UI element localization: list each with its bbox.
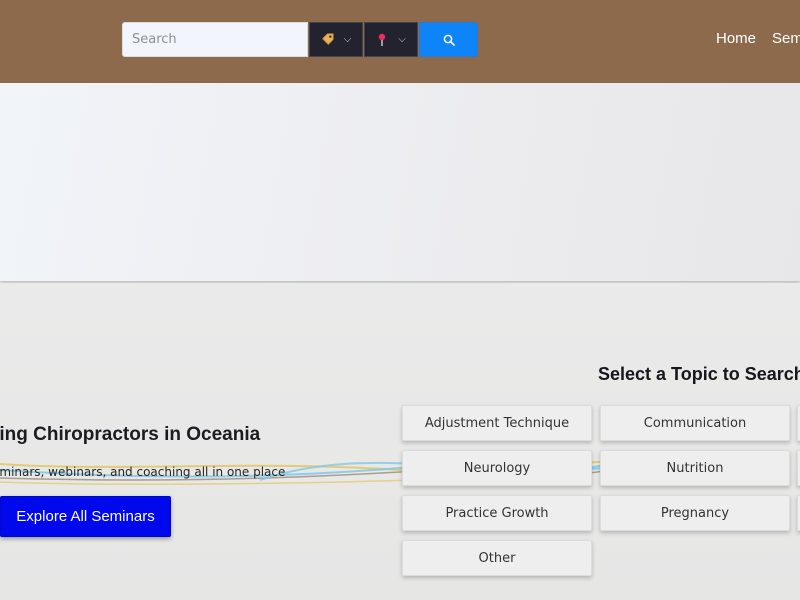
explore-all-seminars-button[interactable]: Explore All Seminars: [0, 496, 171, 537]
magnifier-icon: [443, 34, 455, 46]
category-dropdown[interactable]: ⌵: [309, 22, 363, 57]
hero-title: ring Chiropractors in Oceania: [0, 424, 261, 445]
topic-button-pregnancy[interactable]: Pregnancy: [600, 495, 790, 531]
pin-icon: [379, 33, 386, 46]
site-header: ⌵ ⌵ Home Seminars: [0, 0, 800, 83]
hero-banner: [0, 83, 800, 281]
hero-subtitle: eminars, webinars, and coaching all in o…: [0, 465, 286, 479]
nav-seminars[interactable]: Seminars: [772, 30, 800, 47]
location-dropdown[interactable]: ⌵: [364, 22, 418, 57]
search-input[interactable]: [122, 22, 308, 57]
chevron-down-icon: ⌵: [343, 34, 352, 45]
topic-section-title: Select a Topic to Search: [598, 364, 800, 384]
chevron-down-icon: ⌵: [398, 34, 406, 45]
search-button[interactable]: [419, 22, 478, 57]
topic-button-practice-growth[interactable]: Practice Growth: [402, 495, 592, 531]
topic-button-nutrition[interactable]: Nutrition: [600, 450, 790, 486]
topic-button-other[interactable]: Other: [402, 540, 592, 576]
main-nav: Home Seminars: [716, 30, 800, 47]
nav-home[interactable]: Home: [716, 30, 756, 47]
topic-button-neurology[interactable]: Neurology: [402, 450, 592, 486]
topic-button-communication[interactable]: Communication: [600, 405, 790, 441]
tag-icon: [321, 33, 334, 45]
topic-button-adjustment-technique[interactable]: Adjustment Technique: [402, 405, 592, 441]
